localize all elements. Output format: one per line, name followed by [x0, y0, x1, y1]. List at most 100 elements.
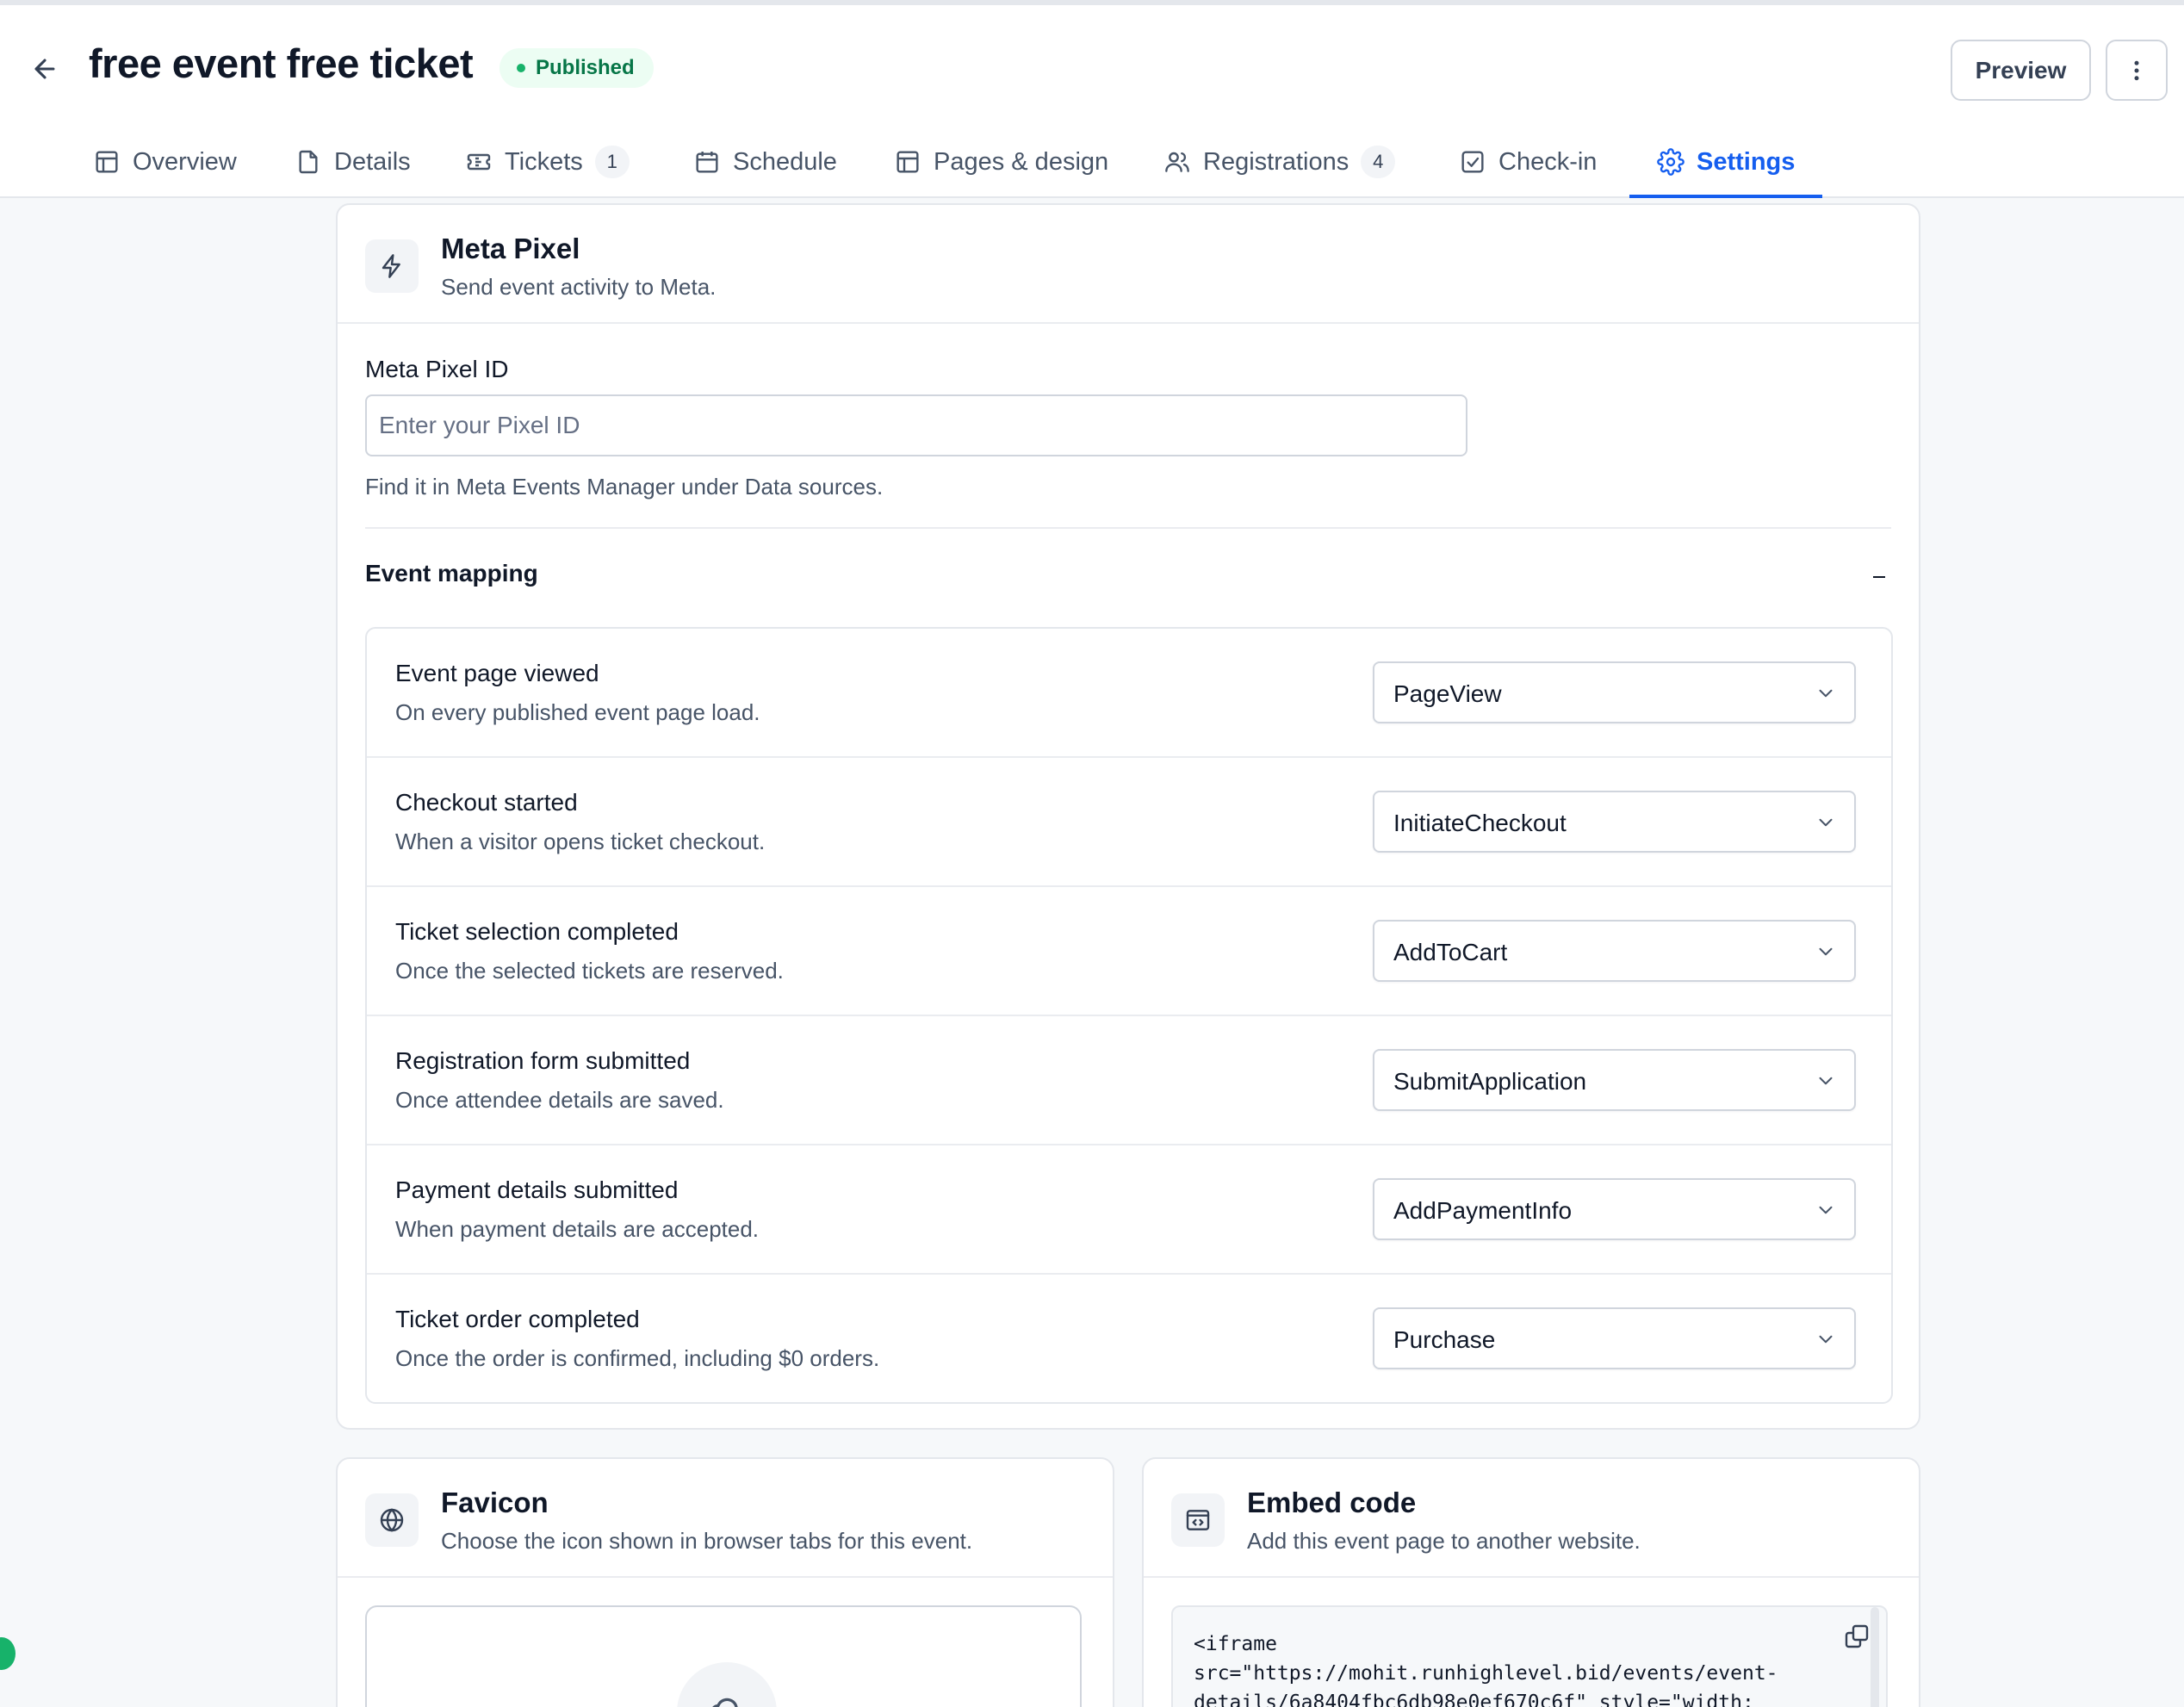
card-divider	[338, 1576, 1113, 1578]
status-dot-icon	[517, 64, 525, 72]
pixel-id-helper: Find it in Meta Events Manager under Dat…	[365, 474, 884, 500]
select-value: AddToCart	[1393, 939, 1508, 965]
upload-cloud-icon	[712, 1698, 738, 1707]
tab-label: Pages & design	[934, 147, 1109, 176]
tab-label: Overview	[133, 147, 237, 176]
mapping-title: Event page viewed	[395, 660, 599, 686]
lightning-icon	[382, 254, 400, 278]
chevron-down-icon	[1815, 940, 1837, 963]
page-title: free event free ticket	[89, 40, 474, 86]
code-scrollbar[interactable]	[1871, 1607, 1879, 1707]
mapping-event-select[interactable]: PageView	[1373, 661, 1856, 723]
preview-button[interactable]: Preview	[1951, 40, 2091, 101]
meta-pixel-subtitle: Send event activity to Meta.	[441, 274, 717, 300]
mapping-title: Registration form submitted	[395, 1047, 691, 1074]
favicon-title: Favicon	[441, 1487, 549, 1518]
mapping-title: Payment details submitted	[395, 1176, 679, 1203]
mapping-title: Ticket selection completed	[395, 918, 679, 945]
status-label: Published	[536, 56, 635, 79]
mapping-description: Once attendee details are saved.	[395, 1087, 724, 1113]
tab-label: Settings	[1697, 147, 1796, 176]
favicon-upload-area[interactable]	[365, 1605, 1082, 1707]
help-widget-button[interactable]	[0, 1637, 16, 1670]
favicon-subtitle: Choose the icon shown in browser tabs fo…	[441, 1528, 973, 1554]
mapping-event-select[interactable]: Purchase	[1373, 1307, 1856, 1369]
embed-icon-box	[1171, 1493, 1225, 1547]
embed-code-box[interactable]: <iframe src="https://mohit.runhighlevel.…	[1171, 1605, 1888, 1707]
pixel-id-label: Meta Pixel ID	[365, 356, 509, 382]
mapping-event-select[interactable]: InitiateCheckout	[1373, 791, 1856, 853]
copy-code-button[interactable]	[1840, 1619, 1874, 1654]
select-value: Purchase	[1393, 1326, 1496, 1353]
chevron-down-icon	[1815, 1070, 1837, 1092]
tab-settings[interactable]: Settings	[1629, 126, 1823, 198]
chevron-down-icon	[1815, 682, 1837, 705]
card-divider	[338, 322, 1919, 324]
embed-code-text: <iframe src="https://mohit.runhighlevel.…	[1194, 1633, 1778, 1707]
mapping-description: On every published event page load.	[395, 699, 760, 725]
gear-icon	[1657, 148, 1685, 176]
chevron-down-icon	[1815, 1199, 1837, 1221]
section-divider	[365, 527, 1891, 529]
mapping-title: Ticket order completed	[395, 1306, 640, 1332]
collapse-event-mapping-button[interactable]	[1862, 560, 1896, 594]
more-vertical-icon	[2134, 60, 2139, 80]
layout-icon	[93, 148, 121, 176]
tab-schedule[interactable]: Schedule	[693, 126, 837, 198]
event-mapping-title: Event mapping	[365, 560, 538, 587]
mapping-row: Payment details submitted When payment d…	[367, 1145, 1891, 1275]
meta-pixel-card: Meta Pixel Send event activity to Meta. …	[336, 203, 1920, 1430]
arrow-left-icon	[34, 59, 55, 79]
select-value: SubmitApplication	[1393, 1068, 1587, 1095]
globe-icon	[380, 1508, 404, 1532]
tab-bar: Overview Details Tickets 1 Schedule Page…	[0, 126, 2184, 198]
check-square-icon	[1459, 148, 1486, 176]
select-value: PageView	[1393, 680, 1502, 707]
favicon-card: Favicon Choose the icon shown in browser…	[336, 1457, 1114, 1707]
favicon-icon-box	[365, 1493, 419, 1547]
copy-icon	[1845, 1624, 1869, 1648]
tab-label: Check-in	[1498, 147, 1598, 176]
ticket-icon	[465, 148, 493, 176]
tab-tickets[interactable]: Tickets 1	[465, 126, 630, 198]
tab-label: Schedule	[733, 147, 837, 176]
page-header: free event free ticket Published Preview…	[0, 5, 2184, 198]
mapping-event-select[interactable]: AddToCart	[1373, 920, 1856, 982]
status-badge: Published	[499, 48, 654, 88]
tab-details[interactable]: Details	[295, 126, 411, 198]
tab-check-in[interactable]: Check-in	[1459, 126, 1597, 198]
mapping-row: Ticket selection completed Once the sele…	[367, 887, 1891, 1016]
layout-icon	[894, 148, 921, 176]
embed-title: Embed code	[1247, 1487, 1417, 1518]
tab-label: Details	[334, 147, 411, 176]
minus-icon	[1873, 576, 1885, 578]
tickets-count-badge: 1	[594, 146, 630, 178]
mapping-row: Ticket order completed Once the order is…	[367, 1275, 1891, 1402]
mapping-event-select[interactable]: AddPaymentInfo	[1373, 1178, 1856, 1240]
tab-overview[interactable]: Overview	[93, 126, 237, 198]
mapping-description: Once the selected tickets are reserved.	[395, 958, 784, 984]
pixel-id-input[interactable]	[365, 394, 1467, 456]
select-value: InitiateCheckout	[1393, 810, 1567, 836]
back-button[interactable]	[24, 48, 65, 90]
chevron-down-icon	[1815, 811, 1837, 834]
embed-code-card: Embed code Add this event page to anothe…	[1142, 1457, 1920, 1707]
file-icon	[295, 148, 322, 176]
event-mapping-list: Event page viewed On every published eve…	[365, 627, 1893, 1404]
upload-icon-circle	[677, 1662, 777, 1707]
mapping-row: Registration form submitted Once attende…	[367, 1016, 1891, 1145]
card-divider	[1144, 1576, 1919, 1578]
tab-label: Tickets	[505, 147, 583, 176]
mapping-event-select[interactable]: SubmitApplication	[1373, 1049, 1856, 1111]
tab-registrations[interactable]: Registrations 4	[1163, 126, 1396, 198]
embed-subtitle: Add this event page to another website.	[1247, 1528, 1641, 1554]
more-options-button[interactable]	[2106, 40, 2168, 101]
select-value: AddPaymentInfo	[1393, 1197, 1573, 1224]
meta-pixel-title: Meta Pixel	[441, 233, 580, 264]
mapping-description: When a visitor opens ticket checkout.	[395, 829, 766, 854]
tab-label: Registrations	[1203, 147, 1349, 176]
registrations-count-badge: 4	[1361, 146, 1396, 178]
calendar-icon	[693, 148, 721, 176]
mapping-description: When payment details are accepted.	[395, 1216, 760, 1242]
tab-pages-design[interactable]: Pages & design	[894, 126, 1108, 198]
